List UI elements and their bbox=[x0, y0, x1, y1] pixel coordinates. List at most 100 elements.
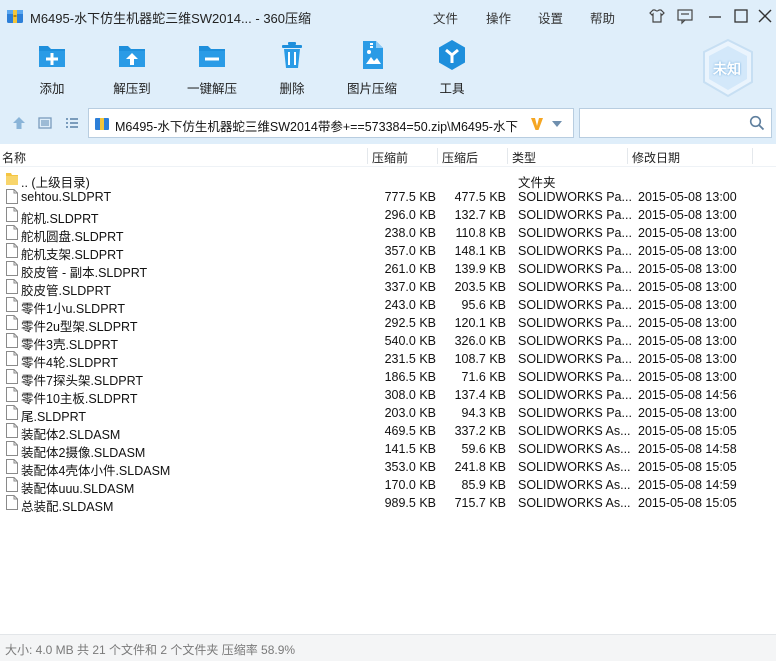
table-row[interactable]: sehtou.SLDPRT 777.5 KB 477.5 KB SOLIDWORKS … bbox=[0, 188, 776, 206]
table-row[interactable]: 舵机支架.SLDPRT 357.0 KB 148.1 KB SOLIDWORKS Pa… bbox=[0, 242, 776, 262]
original-size: 261.0 KB bbox=[384, 262, 436, 276]
file-type: SOLIDWORKS Pa... bbox=[518, 244, 632, 258]
column-divider[interactable] bbox=[627, 148, 628, 164]
table-row[interactable]: 舵机.SLDPRT 296.0 KB 132.7 KB SOLIDWORKS Pa..… bbox=[0, 206, 776, 226]
status-bar: 大小: 4.0 MB 共 21 个文件和 2 个文件夹 压缩率 58.9% bbox=[0, 634, 776, 661]
compressed-size: 139.9 KB bbox=[454, 262, 506, 276]
original-size: 469.5 KB bbox=[384, 424, 436, 438]
compressed-size: 477.5 KB bbox=[454, 190, 506, 204]
modified-date: 2015-05-08 13:00 bbox=[638, 244, 737, 258]
delete-button[interactable]: 删除 bbox=[257, 38, 327, 97]
menu-help[interactable]: 帮助 bbox=[590, 8, 615, 27]
table-row[interactable]: 胶皮管.SLDPRT 337.0 KB 203.5 KB SOLIDWORKS Pa.… bbox=[0, 278, 776, 298]
menu-operate[interactable]: 操作 bbox=[486, 8, 511, 27]
parent-folder-row[interactable]: .. (上级目录) 文件夹 bbox=[0, 170, 776, 190]
compressed-size: 94.3 KB bbox=[461, 406, 506, 420]
compressed-size: 95.6 KB bbox=[461, 298, 506, 312]
modified-date: 2015-05-08 15:05 bbox=[638, 460, 737, 474]
table-row[interactable]: 装配体2摄像.SLDASM 141.5 KB 59.6 KB SOLIDWORKS A… bbox=[0, 440, 776, 460]
menu-file[interactable]: 文件 bbox=[433, 8, 458, 27]
folder-icon bbox=[6, 173, 18, 185]
thumbnail-view-icon[interactable] bbox=[37, 115, 53, 131]
modified-date: 2015-05-08 13:00 bbox=[638, 226, 737, 240]
column-header-compressed-size[interactable]: 压缩后 bbox=[442, 149, 478, 166]
menu-settings[interactable]: 设置 bbox=[538, 8, 563, 27]
search-icon[interactable] bbox=[749, 115, 765, 131]
list-view-icon[interactable] bbox=[64, 115, 80, 131]
maximize-icon[interactable] bbox=[732, 7, 750, 25]
table-row[interactable]: 零件2u型架.SLDPRT 292.5 KB 120.1 KB SOLIDWORKS … bbox=[0, 314, 776, 334]
original-size: 296.0 KB bbox=[384, 208, 436, 222]
table-row[interactable]: 零件4轮.SLDPRT 231.5 KB 108.7 KB SOLIDWORKS Pa… bbox=[0, 350, 776, 370]
compressed-size: 71.6 KB bbox=[461, 370, 506, 384]
path-text: M6495-水下仿生机器蛇三维SW2014带参+==573384=50.zip\… bbox=[115, 120, 518, 134]
column-header-name[interactable]: 名称 bbox=[2, 149, 26, 166]
one-click-extract-button[interactable]: 一键解压 bbox=[177, 38, 247, 97]
one-click-extract-icon bbox=[199, 46, 225, 67]
table-row[interactable]: 零件1小u.SLDPRT 243.0 KB 95.6 KB SOLIDWORKS Pa… bbox=[0, 296, 776, 316]
file-name: 总装配.SLDASM bbox=[21, 500, 114, 514]
modified-date: 2015-05-08 15:05 bbox=[638, 496, 737, 510]
tools-button[interactable]: 工具 bbox=[417, 38, 487, 97]
column-header-original-size[interactable]: 压缩前 bbox=[372, 149, 408, 166]
table-row[interactable]: 零件3壳.SLDPRT 540.0 KB 326.0 KB SOLIDWORKS Pa… bbox=[0, 332, 776, 352]
original-size: 540.0 KB bbox=[384, 334, 436, 348]
close-icon[interactable] bbox=[756, 7, 774, 25]
column-header-modified[interactable]: 修改日期 bbox=[632, 149, 680, 166]
minimize-icon[interactable] bbox=[706, 7, 724, 25]
chevron-down-icon[interactable] bbox=[551, 120, 563, 128]
original-size: 243.0 KB bbox=[384, 298, 436, 312]
original-size: 231.5 KB bbox=[384, 352, 436, 366]
add-button[interactable]: 添加 bbox=[17, 38, 87, 97]
compressed-size: 85.9 KB bbox=[461, 478, 506, 492]
tools-icon bbox=[439, 40, 465, 70]
file-name: sehtou.SLDPRT bbox=[21, 190, 112, 204]
skin-icon[interactable] bbox=[648, 7, 666, 25]
file-type: SOLIDWORKS Pa... bbox=[518, 208, 632, 222]
table-row[interactable]: 零件10主板.SLDPRT 308.0 KB 137.4 KB SOLIDWORKS … bbox=[0, 386, 776, 406]
original-size: 186.5 KB bbox=[384, 370, 436, 384]
compressed-size: 148.1 KB bbox=[454, 244, 506, 258]
original-size: 141.5 KB bbox=[384, 442, 436, 456]
up-arrow-icon[interactable] bbox=[11, 115, 27, 131]
table-row[interactable]: 装配体uuu.SLDASM 170.0 KB 85.9 KB SOLIDWORKS A… bbox=[0, 476, 776, 496]
search-field[interactable] bbox=[579, 108, 772, 138]
table-row[interactable]: 零件7探头架.SLDPRT 186.5 KB 71.6 KB SOLIDWORKS P… bbox=[0, 368, 776, 388]
table-row[interactable]: 总装配.SLDASM 989.5 KB 715.7 KB SOLIDWORKS As.… bbox=[0, 494, 776, 514]
table-row[interactable]: 尾.SLDPRT 203.0 KB 94.3 KB SOLIDWORKS Pa... 2… bbox=[0, 404, 776, 424]
modified-date: 2015-05-08 13:00 bbox=[638, 316, 737, 330]
window-title: M6495-水下仿生机器蛇三维SW2014... - 360压缩 bbox=[30, 11, 312, 26]
table-row[interactable]: 装配体2.SLDASM 469.5 KB 337.2 KB SOLIDWORKS As… bbox=[0, 422, 776, 442]
column-divider[interactable] bbox=[507, 148, 508, 164]
badge-label: 未知 bbox=[713, 61, 741, 77]
file-icon bbox=[6, 459, 18, 474]
file-icon bbox=[6, 189, 18, 204]
file-type: SOLIDWORKS As... bbox=[518, 442, 631, 456]
delete-icon bbox=[282, 42, 302, 68]
table-row[interactable]: 胶皮管 - 副本.SLDPRT 261.0 KB 139.9 KB SOLIDWORK… bbox=[0, 260, 776, 280]
file-type: SOLIDWORKS Pa... bbox=[518, 226, 632, 240]
table-row[interactable]: 装配体4壳体小件.SLDASM 353.0 KB 241.8 KB SOLIDWORK… bbox=[0, 458, 776, 478]
modified-date: 2015-05-08 13:00 bbox=[638, 280, 737, 294]
file-type: SOLIDWORKS Pa... bbox=[518, 334, 632, 348]
column-header-type[interactable]: 类型 bbox=[512, 149, 536, 166]
file-type: SOLIDWORKS As... bbox=[518, 460, 631, 474]
extract-to-button[interactable]: 解压到 bbox=[97, 38, 167, 97]
compressed-size: 110.8 KB bbox=[455, 226, 506, 240]
table-row[interactable]: 舵机圆盘.SLDPRT 238.0 KB 110.8 KB SOLIDWORKS Pa… bbox=[0, 224, 776, 244]
image-compress-button[interactable]: 图片压缩 bbox=[337, 38, 407, 97]
file-icon bbox=[6, 225, 18, 240]
path-field[interactable]: M6495-水下仿生机器蛇三维SW2014带参+==573384=50.zip\… bbox=[88, 108, 574, 138]
column-divider[interactable] bbox=[367, 148, 368, 164]
feedback-icon[interactable] bbox=[676, 7, 694, 25]
image-compress-label: 图片压缩 bbox=[346, 82, 397, 96]
column-divider[interactable] bbox=[437, 148, 438, 164]
extract-to-label: 解压到 bbox=[113, 82, 151, 96]
compressed-size: 132.7 KB bbox=[454, 208, 506, 222]
modified-date: 2015-05-08 13:00 bbox=[638, 406, 737, 420]
original-size: 357.0 KB bbox=[384, 244, 436, 258]
file-icon bbox=[6, 297, 18, 312]
original-size: 238.0 KB bbox=[384, 226, 436, 240]
column-divider[interactable] bbox=[752, 148, 753, 164]
compressed-size: 715.7 KB bbox=[454, 496, 506, 510]
